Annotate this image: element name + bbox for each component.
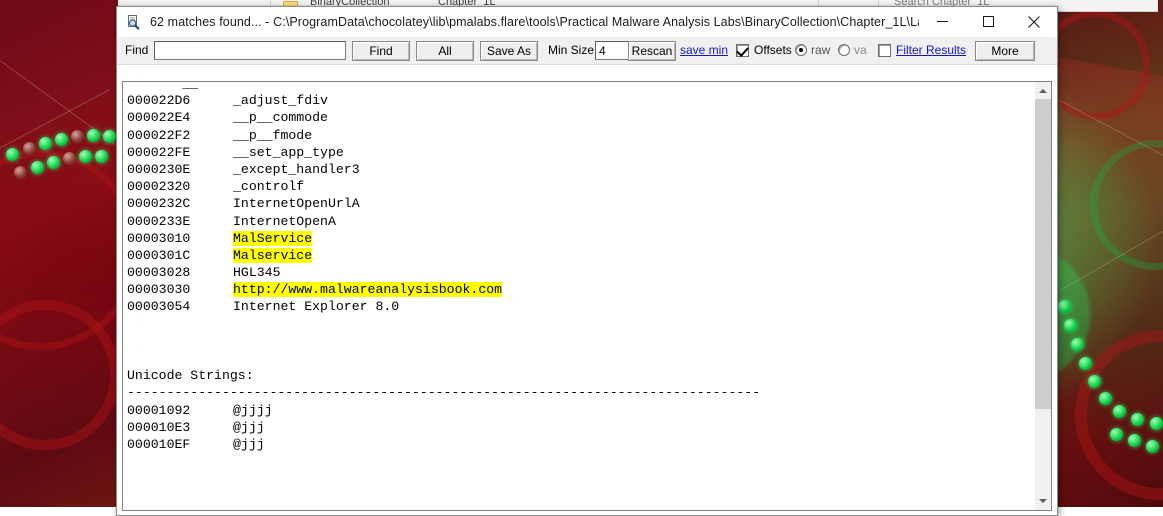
string-row[interactable]: 00003054Internet Explorer 8.0 — [127, 298, 1036, 315]
string-row[interactable]: 0000232CInternetOpenUrlA — [127, 195, 1036, 212]
string-offset: 000010EF — [127, 436, 233, 453]
strings-tool-icon — [126, 14, 142, 30]
string-row[interactable]: 000022FE__set_app_type — [127, 144, 1036, 161]
more-button[interactable]: More — [975, 41, 1035, 61]
find-input[interactable] — [154, 41, 346, 60]
highlighted-string: http://www.malwareanalysisbook.com — [233, 282, 502, 297]
string-row[interactable]: 0000301CMalservice — [127, 247, 1036, 264]
save-as-button[interactable]: Save As — [480, 41, 538, 61]
string-row[interactable]: 00002320_controlf — [127, 178, 1036, 195]
string-offset: 000022F2 — [127, 127, 233, 144]
string-row[interactable]: 00003010MalService — [127, 230, 1036, 247]
scroll-track[interactable] — [1035, 409, 1051, 493]
string-row[interactable]: 000022F2__p__fmode — [127, 127, 1036, 144]
highlighted-string: Malservice — [233, 248, 312, 263]
blank-line — [127, 333, 1036, 350]
string-offset: 0000233E — [127, 213, 233, 230]
string-row[interactable]: 000022D6_adjust_fdiv — [127, 92, 1036, 109]
string-offset: 00003054 — [127, 298, 233, 315]
find-label: Find — [125, 43, 148, 57]
offsets-label: Offsets — [754, 43, 792, 57]
string-row[interactable]: 000010E3@jjj — [127, 419, 1036, 436]
find-button[interactable]: Find — [352, 41, 410, 61]
save-min-link[interactable]: save min — [680, 43, 728, 57]
window-titlebar[interactable]: 62 matches found... - C:\ProgramData\cho… — [117, 7, 1057, 37]
string-row[interactable]: 00003028HGL345 — [127, 264, 1036, 281]
window-title: 62 matches found... - C:\ProgramData\cho… — [150, 15, 919, 29]
string-row[interactable]: 0000230E_except_handler3 — [127, 161, 1036, 178]
string-offset: 00001092 — [127, 402, 233, 419]
raw-radio[interactable] — [795, 44, 807, 56]
string-offset: 00003030 — [127, 281, 233, 298]
close-button[interactable] — [1011, 7, 1057, 36]
va-label: va — [854, 43, 867, 57]
va-radio[interactable] — [838, 44, 850, 56]
min-size-label: Min Size — [548, 43, 594, 57]
offsets-checkbox[interactable] — [736, 44, 749, 57]
search-toolbar: Find Find All Save As Min Size Rescan Re… — [117, 37, 1057, 65]
filter-results-checkbox[interactable] — [878, 44, 891, 57]
all-button[interactable]: All — [416, 41, 474, 61]
string-row[interactable]: 00001092@jjjj — [127, 402, 1036, 419]
minimize-button[interactable] — [919, 7, 965, 36]
string-row[interactable]: 00003030http://www.malwareanalysisbook.c… — [127, 281, 1036, 298]
strings-output[interactable]: __000022D6_adjust_fdiv000022E4__p__commo… — [123, 81, 1036, 510]
vertical-scroll-thumb[interactable] — [1035, 99, 1051, 409]
string-offset: 00003010 — [127, 230, 233, 247]
string-offset: 0000301C — [127, 247, 233, 264]
string-offset: 0000230E — [127, 161, 233, 178]
raw-label: raw — [811, 43, 830, 57]
vertical-scrollbar[interactable] — [1035, 81, 1052, 511]
string-row[interactable]: 000010EF@jjj — [127, 436, 1036, 453]
string-offset: 00003028 — [127, 264, 233, 281]
string-offset: 000022E4 — [127, 109, 233, 126]
string-offset: 000010E3 — [127, 419, 233, 436]
string-offset: 000022D6 — [127, 92, 233, 109]
unicode-strings-header: Unicode Strings: — [127, 367, 1036, 384]
string-offset: 000022FE — [127, 144, 233, 161]
results-pane: __000022D6_adjust_fdiv000022E4__p__commo… — [117, 66, 1057, 515]
string-row[interactable]: 0000233EInternetOpenA — [127, 213, 1036, 230]
filter-results-link[interactable]: Filter Results — [896, 43, 966, 57]
string-offset: 0000232C — [127, 195, 233, 212]
section-separator: ----------------------------------------… — [127, 384, 1036, 401]
blank-line — [127, 350, 1036, 367]
results-text-frame: __000022D6_adjust_fdiv000022E4__p__commo… — [122, 81, 1052, 511]
highlighted-string: MalService — [233, 231, 312, 246]
rescan-button[interactable]: Rescan — [628, 41, 676, 61]
maximize-button[interactable] — [965, 7, 1011, 36]
strings-application-window: 62 matches found... - C:\ProgramData\cho… — [116, 6, 1058, 516]
scroll-down-arrow-icon[interactable] — [1035, 493, 1051, 510]
scroll-up-arrow-icon[interactable] — [1035, 82, 1051, 99]
partial-line: __ — [127, 81, 1036, 92]
string-offset: 00002320 — [127, 178, 233, 195]
string-row[interactable]: 000022E4__p__commode — [127, 109, 1036, 126]
blank-line — [127, 316, 1036, 333]
